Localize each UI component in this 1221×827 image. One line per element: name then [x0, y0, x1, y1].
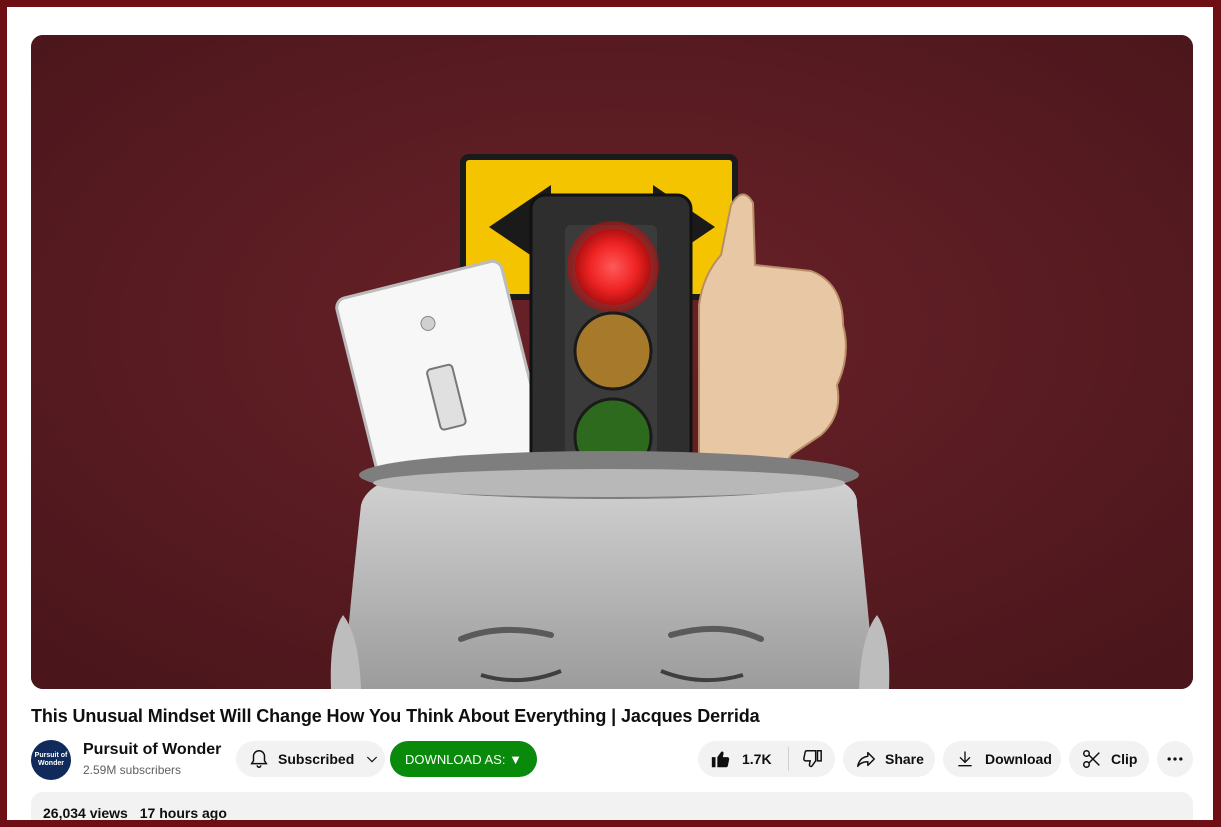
thumbs-down-icon[interactable] [801, 748, 823, 770]
download-icon [955, 749, 975, 769]
like-divider [787, 747, 789, 771]
clip-label: Clip [1111, 751, 1138, 767]
download-as-button[interactable]: DOWNLOAD AS: ▼ [390, 741, 537, 777]
share-label: Share [885, 751, 924, 767]
channel-avatar[interactable]: Pursuit of Wonder [31, 740, 71, 780]
download-label: Download [985, 751, 1052, 767]
bell-icon [248, 748, 270, 770]
thumbs-up-icon[interactable] [710, 748, 732, 770]
description-box[interactable]: 26,034 views 17 hours ago [31, 792, 1193, 820]
video-thumbnail[interactable] [31, 35, 1193, 689]
video-title: This Unusual Mindset Will Change How You… [31, 706, 760, 726]
video-player[interactable] [31, 35, 1193, 689]
more-icon [1165, 749, 1185, 769]
traffic-light-graphic [529, 193, 693, 497]
subscribed-label: Subscribed [278, 751, 355, 767]
share-icon [855, 748, 877, 770]
like-dislike-group: 1.7K [698, 741, 835, 777]
subscriber-count: 2.59M subscribers [83, 763, 182, 777]
view-count: 26,034 views [43, 805, 128, 820]
download-button[interactable]: Download [943, 741, 1061, 777]
watch-page: This Unusual Mindset Will Change How You… [7, 7, 1213, 820]
avatar-text: Pursuit of Wonder [34, 752, 68, 767]
channel-name[interactable]: Pursuit of Wonder [83, 741, 221, 759]
share-button[interactable]: Share [843, 741, 935, 777]
scissors-icon [1081, 748, 1103, 770]
description-meta: 26,034 views 17 hours ago [43, 805, 227, 820]
subscribed-button[interactable]: Subscribed [236, 741, 385, 777]
open-head-graphic [330, 451, 890, 689]
chevron-down-icon [364, 751, 380, 767]
upload-time: 17 hours ago [139, 805, 227, 820]
more-actions-button[interactable] [1157, 741, 1193, 777]
like-count[interactable]: 1.7K [742, 751, 772, 767]
channel-actions-row: Pursuit of Wonder Pursuit of Wonder 2.59… [31, 738, 1193, 782]
clip-button[interactable]: Clip [1069, 741, 1149, 777]
